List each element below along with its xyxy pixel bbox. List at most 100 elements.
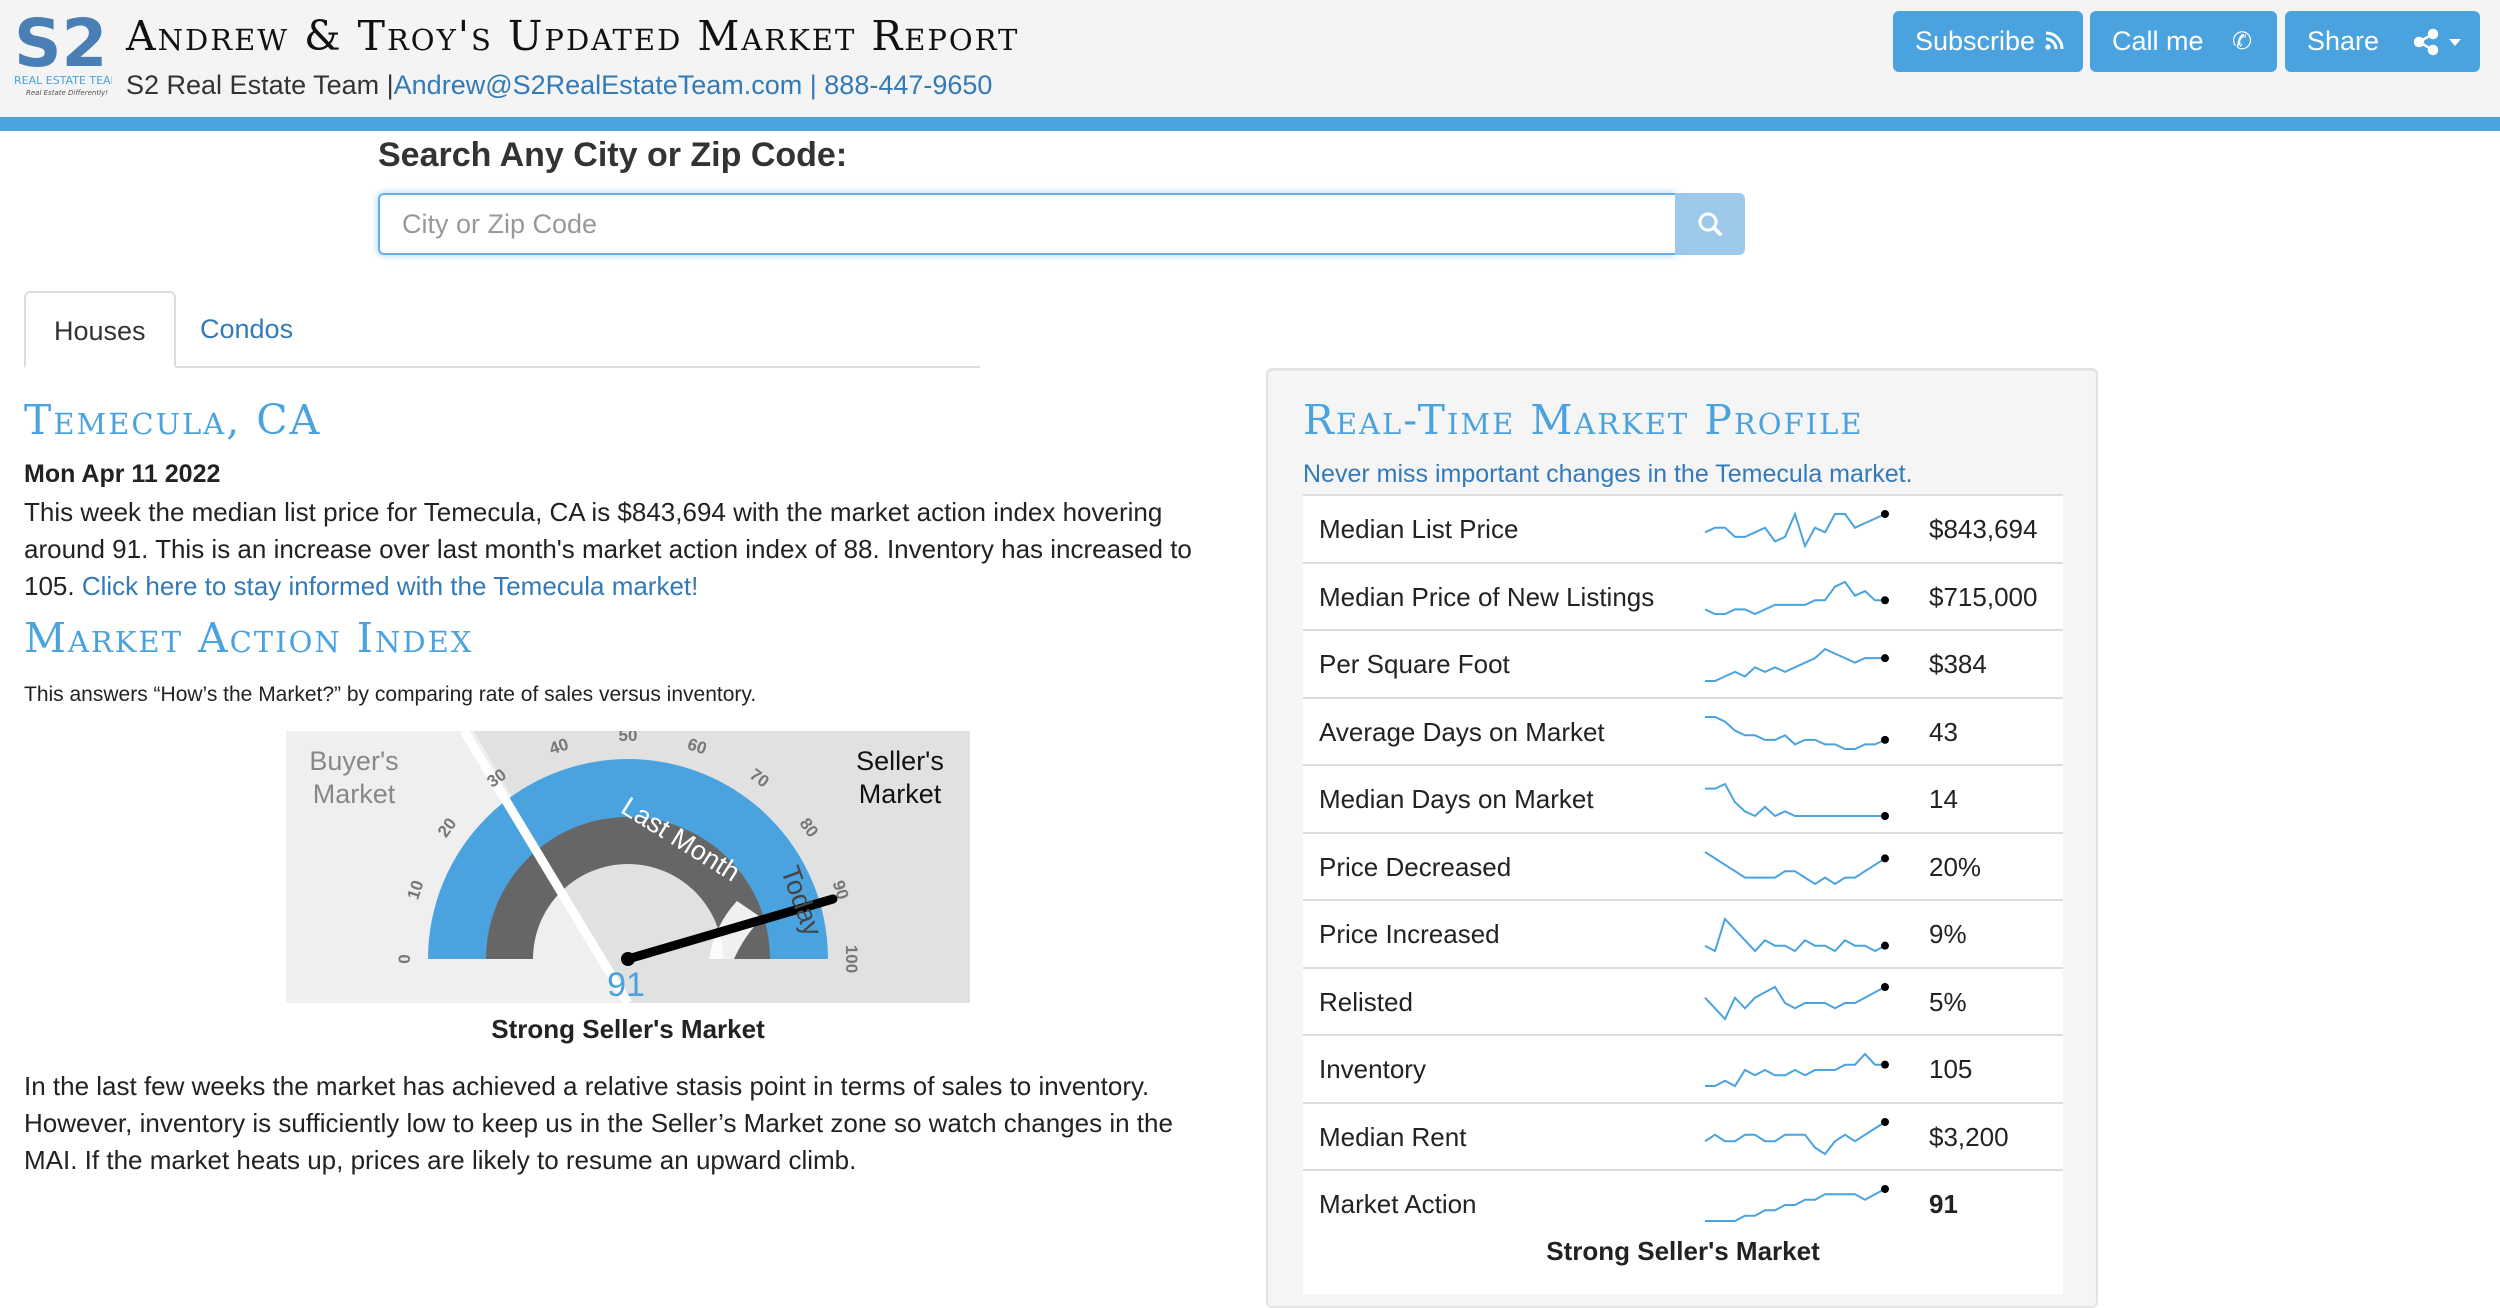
sparkline-endpoint [1881,1117,1889,1126]
rss-icon [2043,11,2065,95]
profile-row-label: Price Decreased [1319,851,1512,882]
market-profile-caption: Strong Seller's Market [1546,1236,1820,1266]
share-icon [2413,11,2439,95]
profile-row: Inventory 105 [1303,1034,2063,1101]
sparkline [1704,917,1889,953]
subscribe-button[interactable]: Subscribe [1893,11,2083,72]
sparkline-line [1704,985,1886,1021]
market-profile-table: Median List Price $843,694 Median Price of… [1303,494,2063,1294]
sellers-market-label-1: Seller's [856,746,944,776]
subscribe-label: Subscribe [1915,26,2036,56]
profile-row-label: Median List Price [1319,514,1519,544]
sparkline-endpoint [1881,510,1889,518]
market-action-index-description: This answers “How’s the Market?” by comp… [24,683,757,706]
sparkline-line [1704,1120,1886,1155]
tab-condos[interactable]: Condos [172,291,321,368]
profile-row-value: 14 [1929,784,1958,814]
profile-row: Median List Price $843,694 [1303,494,2063,561]
share-button[interactable]: Share [2285,11,2480,72]
sparkline [1704,982,1889,1021]
profile-row: Per Square Foot $384 [1303,629,2063,696]
svg-text:Real Estate Differently!: Real Estate Differently! [26,89,108,97]
profile-row-label: Median Rent [1319,1121,1467,1152]
gauge-tick-label: 50 [619,731,638,745]
search-icon [1698,212,1722,236]
sellers-market-label-2: Market [859,779,942,809]
sparkline-line [1705,782,1885,818]
profile-row-value: 43 [1929,716,1958,747]
sparkline-endpoint [1881,1060,1889,1069]
search-button[interactable] [1675,193,1745,255]
profile-row-label: Inventory [1319,1054,1426,1084]
market-profile-subtitle[interactable]: Never miss important changes in the Teme… [1303,460,1913,489]
sparkline-line [1705,1188,1886,1222]
profile-row-value: 91 [1929,1189,1958,1219]
call-me-label: Call me [2112,26,2204,56]
profile-row-value: $3,200 [1929,1121,2009,1152]
market-action-index-title: Market Action Index [24,614,474,662]
gauge-value: 91 [607,966,645,1003]
search-label: Search Any City or Zip Code: [378,136,848,174]
profile-row-value: 5% [1929,986,1967,1017]
profile-row: Market Action 91 [1303,1169,2063,1236]
sparkline [1705,1185,1889,1222]
email-link[interactable]: Andrew@S2RealEstateTeam.com [394,70,803,100]
profile-row-label: Relisted [1319,986,1413,1017]
report-date: Mon Apr 11 2022 [24,460,221,488]
sparkline-endpoint [1881,812,1889,820]
profile-row-value: 20% [1929,851,1982,882]
market-profile-title: Real-Time Market Profile [1303,396,1864,444]
sparkline [1704,580,1889,615]
sparkline-line [1705,1052,1885,1088]
team-name: S2 Real Estate Team | [126,70,394,100]
sparkline [1704,1117,1889,1155]
profile-row: Median Days on Market 14 [1303,764,2063,831]
svg-text:S2: S2 [14,5,107,82]
sparkline-endpoint [1881,1185,1889,1193]
chevron-down-icon [2447,11,2463,95]
contact-separator: | [802,70,825,100]
profile-row-label: Per Square Foot [1319,649,1510,679]
sparkline [1704,510,1889,549]
sparkline-endpoint [1881,654,1889,663]
profile-row-value: $384 [1929,649,1987,679]
sparkline-endpoint [1881,735,1889,744]
site-header: S2 REAL ESTATE TEAM Real Estate Differen… [0,0,2500,131]
sparkline-endpoint [1881,853,1889,862]
sparkline-line [1704,850,1886,885]
profile-row: Relisted 5% [1303,966,2063,1034]
profile-row-value: 105 [1929,1054,1973,1084]
phone-icon: ✆ [2232,28,2253,55]
profile-row-label: Price Increased [1319,919,1500,949]
sparkline [1705,715,1889,750]
gauge-caption: Strong Seller's Market [491,1014,765,1044]
phone-link[interactable]: 888-447-9650 [824,70,992,100]
city-title: Temecula, CA [24,396,322,444]
sparkline-line [1704,511,1886,549]
share-label: Share [2307,26,2380,56]
profile-row: Median Price of New Listings $715,000 [1303,561,2063,629]
gauge-pivot [621,952,635,966]
sparkline-endpoint [1881,941,1889,950]
sparkline [1704,850,1889,885]
profile-row-value: 9% [1929,919,1967,949]
sparkline-endpoint [1881,982,1889,991]
s2-logo[interactable]: S2 REAL ESTATE TEAM Real Estate Differen… [12,4,112,100]
profile-row: Price Decreased 20% [1303,831,2063,899]
contact-line: S2 Real Estate Team |Andrew@S2RealEstate… [126,70,992,101]
profile-row-label: Market Action [1319,1189,1477,1219]
sparkline-line [1704,580,1885,615]
profile-row-value: $715,000 [1929,581,2038,612]
sparkline [1705,782,1889,820]
call-me-button[interactable]: Call me ✆ [2090,11,2277,72]
report-title: Andrew & Troy's Updated Market Report [126,12,1020,60]
stay-informed-link[interactable]: Click here to stay informed with the Tem… [82,571,699,601]
tab-houses[interactable]: Houses [24,291,176,368]
market-action-gauge: Buyer's Market Seller's Market Last Mont… [286,731,970,1003]
profile-row-label: Median Price of New Listings [1319,581,1655,612]
market-summary: This week the median list price for Teme… [24,494,1194,605]
sparkline [1705,1052,1889,1088]
sparkline-line [1705,647,1885,682]
buyers-market-label-1: Buyer's [309,746,398,776]
search-input[interactable] [378,193,1675,255]
